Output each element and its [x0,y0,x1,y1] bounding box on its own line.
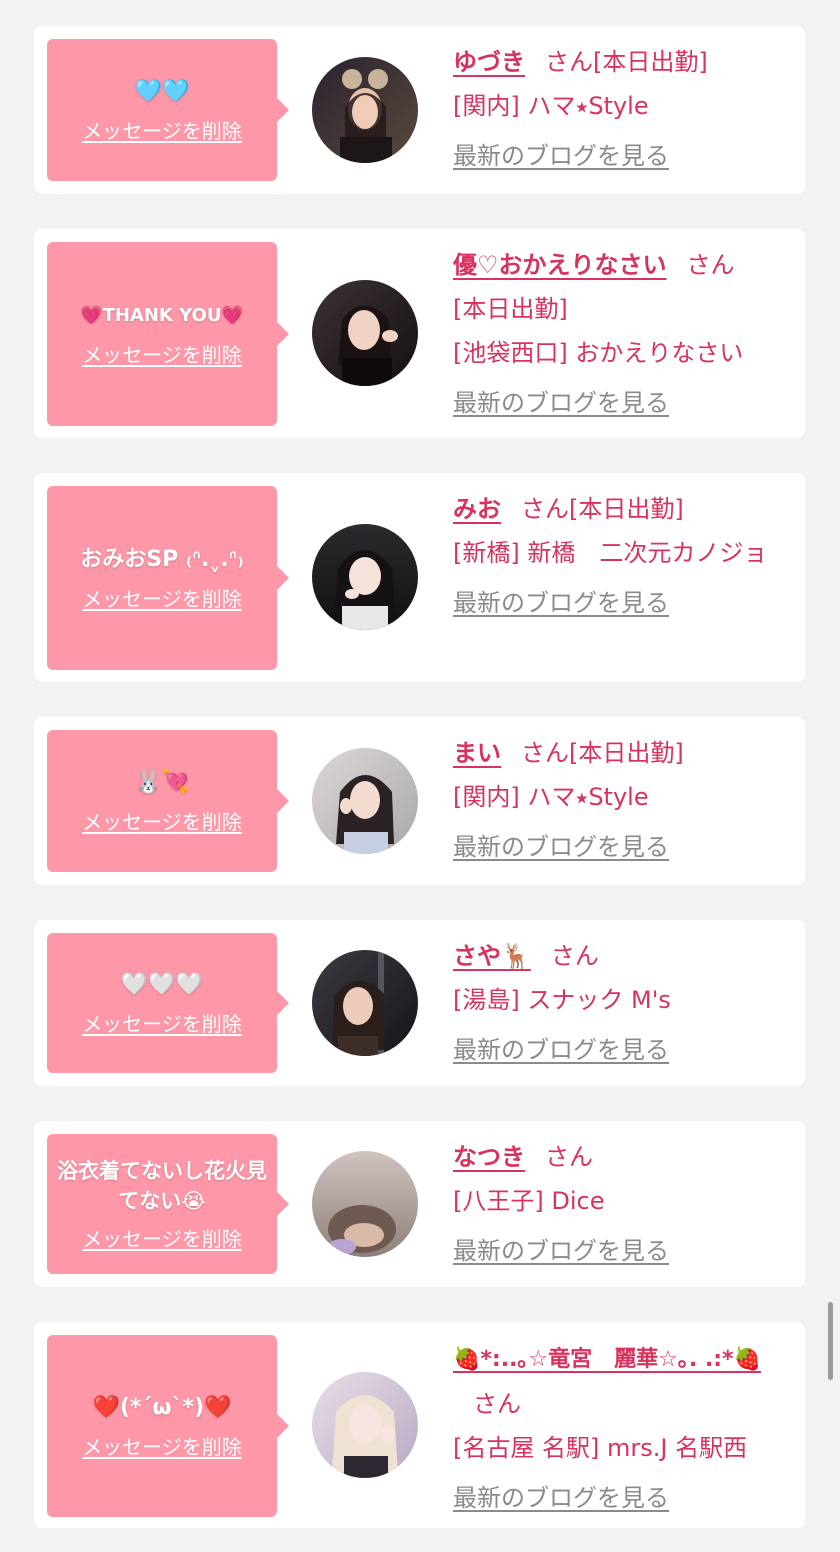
honorific: さん [473,1390,521,1418]
member-name-link[interactable]: 🍓*:..｡☆竜宮 麗華☆｡. .:*🍓 [453,1347,761,1372]
latest-blog-link[interactable]: 最新のブログを見る [453,1476,669,1520]
delete-message-link[interactable]: メッセージを削除 [82,118,242,144]
avatar[interactable] [312,280,418,386]
scrollbar[interactable] [828,1302,833,1380]
shop-info: [関内] ハマ⭑Style [453,783,649,811]
shop-info: [名古屋 名駅] mrs.J 名駅西 [453,1434,748,1462]
avatar[interactable] [312,524,418,630]
message-bubble: 💗THANK YOU💗 メッセージを削除 [47,242,289,426]
latest-blog-link[interactable]: 最新のブログを見る [453,581,669,625]
message-text: おみおSP ₍ᐢ.ˬ.ᐢ₎ [80,547,244,572]
message-bubble: 🩵🩵 メッセージを削除 [47,39,289,181]
name-line: さや🦌 さん [453,934,789,978]
delete-message-link[interactable]: メッセージを削除 [82,1226,242,1252]
message-text: 🐰💘 [134,770,190,795]
message-bubble: 🐰💘 メッセージを削除 [47,730,289,872]
name-line: なつき さん [453,1135,789,1179]
name-line: ゆづき さん[本日出勤] [453,40,789,84]
list-item: 🐰💘 メッセージを削除 まい さん[本日出勤] [関内] ハマ⭑Style 最新の… [34,717,805,885]
member-info: まい さん[本日出勤] [関内] ハマ⭑Style 最新のブログを見る [453,731,789,869]
shop-info: [関内] ハマ⭑Style [453,92,649,120]
delete-message-link[interactable]: メッセージを削除 [82,809,242,835]
message-bubble: ❤️(*´ω`*)❤️ メッセージを削除 [47,1335,289,1517]
member-name-link[interactable]: 優♡おかえりなさい [453,251,667,279]
list-item: おみおSP ₍ᐢ.ˬ.ᐢ₎ メッセージを削除 みお さん[本日出勤] [新橋] 新… [34,473,805,682]
name-line: 🍓*:..｡☆竜宮 麗華☆｡. .:*🍓 さん [453,1336,789,1426]
honorific: さん [545,1143,593,1171]
shop-info: [池袋西口] おかえりなさい [453,339,744,367]
member-info: さや🦌 さん [湯島] スナック M's 最新のブログを見る [453,934,789,1072]
member-info: なつき さん [八王子] Dice 最新のブログを見る [453,1135,789,1273]
message-bubble: おみおSP ₍ᐢ.ˬ.ᐢ₎ メッセージを削除 [47,486,289,670]
list-item: ❤️(*´ω`*)❤️ メッセージを削除 🍓*:..｡☆竜宮 麗華☆｡. .:*… [34,1322,805,1528]
member-info: ゆづき さん[本日出勤] [関内] ハマ⭑Style 最新のブログを見る [453,40,789,178]
message-bubble: 🤍🤍🤍 メッセージを削除 [47,933,289,1073]
latest-blog-link[interactable]: 最新のブログを見る [453,1229,669,1273]
latest-blog-link[interactable]: 最新のブログを見る [453,1028,669,1072]
list-item: 🤍🤍🤍 メッセージを削除 さや🦌 さん [湯島] スナック M's 最新のブログを… [34,920,805,1086]
avatar[interactable] [312,1372,418,1478]
latest-blog-link[interactable]: 最新のブログを見る [453,134,669,178]
name-line: 優♡おかえりなさい さん [453,243,789,287]
message-list: 🩵🩵 メッセージを削除 ゆづき さん[本日出勤] [関内] ハマ⭑Style 最新… [0,0,840,1552]
avatar[interactable] [312,1151,418,1257]
latest-blog-link[interactable]: 最新のブログを見る [453,825,669,869]
member-info: 🍓*:..｡☆竜宮 麗華☆｡. .:*🍓 さん [名古屋 名駅] mrs.J 名駅… [453,1336,789,1520]
honorific: さん [545,48,593,76]
member-info: 優♡おかえりなさい さん [本日出勤] [池袋西口] おかえりなさい 最新のブログ… [453,243,789,425]
member-name-link[interactable]: まい [453,739,501,767]
message-text: 💗THANK YOU💗 [80,305,244,326]
delete-message-link[interactable]: メッセージを削除 [82,342,242,368]
message-text: 浴衣着てないし花火見てない😭 [57,1159,267,1213]
member-name-link[interactable]: さや🦌 [453,942,531,970]
work-status: [本日出勤] [453,295,568,323]
honorific: さん [686,251,735,279]
message-bubble: 浴衣着てないし花火見てない😭 メッセージを削除 [47,1134,289,1274]
work-status: [本日出勤] [569,739,684,767]
avatar[interactable] [312,748,418,854]
honorific: さん [550,942,599,970]
member-name-link[interactable]: なつき [453,1143,525,1171]
latest-blog-link[interactable]: 最新のブログを見る [453,381,669,425]
work-status: [本日出勤] [593,48,708,76]
delete-message-link[interactable]: メッセージを削除 [82,1011,242,1037]
list-item: 💗THANK YOU💗 メッセージを削除 優♡おかえりなさい さん [本日出勤] … [34,229,805,438]
name-line: みお さん[本日出勤] [453,487,789,531]
work-status: [本日出勤] [569,495,684,523]
shop-info: [新橋] 新橋 二次元カノジョ [453,539,768,567]
avatar[interactable] [312,57,418,163]
message-text: ❤️(*´ω`*)❤️ [92,1395,232,1420]
shop-info: [八王子] Dice [453,1187,605,1215]
delete-message-link[interactable]: メッセージを削除 [82,586,242,612]
delete-message-link[interactable]: メッセージを削除 [82,1434,242,1460]
message-text: 🩵🩵 [134,79,190,104]
honorific: さん [521,739,569,767]
avatar[interactable] [312,950,418,1056]
list-item: 浴衣着てないし花火見てない😭 メッセージを削除 なつき さん [八王子] Dice… [34,1121,805,1287]
list-item: 🩵🩵 メッセージを削除 ゆづき さん[本日出勤] [関内] ハマ⭑Style 最新… [34,26,805,194]
name-line: まい さん[本日出勤] [453,731,789,775]
shop-info: [湯島] スナック M's [453,986,671,1014]
member-name-link[interactable]: ゆづき [453,48,525,76]
member-name-link[interactable]: みお [453,495,501,523]
honorific: さん [521,495,569,523]
member-info: みお さん[本日出勤] [新橋] 新橋 二次元カノジョ 最新のブログを見る [453,487,789,625]
message-text: 🤍🤍🤍 [120,972,204,997]
